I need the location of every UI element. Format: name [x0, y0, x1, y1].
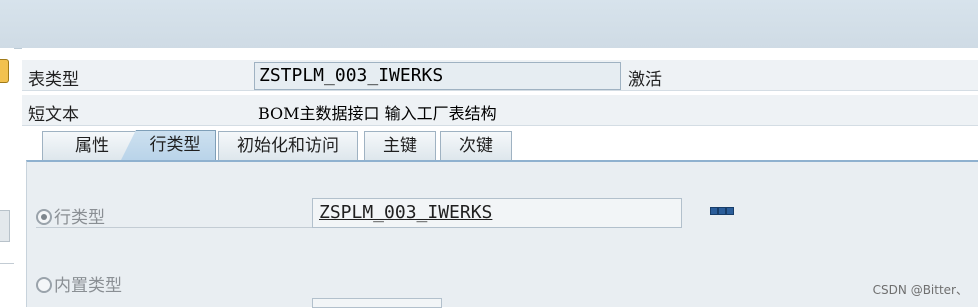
left-scroll-handle[interactable]	[0, 210, 10, 242]
watermark: CSDN @Bitter、	[872, 283, 968, 297]
builtin-type-option[interactable]: 内置类型	[36, 271, 122, 296]
data-type-field[interactable]	[312, 298, 442, 308]
status-text: 激活	[628, 70, 662, 90]
selection-marker-icon[interactable]	[0, 59, 9, 83]
tab-row-type[interactable]: 行类型	[120, 130, 216, 162]
tab-panel	[26, 160, 978, 307]
tab-secondary-key[interactable]: 次键	[440, 131, 512, 161]
row-type-option[interactable]: 行类型	[36, 203, 105, 228]
row-type-field[interactable]: ZSPLM_003_IWERKS	[312, 198, 682, 228]
builtin-type-option-label: 内置类型	[54, 276, 122, 296]
short-text-row: 短文本	[22, 95, 978, 126]
tab-label: 初始化和访问	[237, 136, 339, 156]
tab-label: 次键	[459, 136, 493, 156]
tab-label: 属性	[75, 136, 109, 156]
tab-primary-key[interactable]: 主键	[364, 131, 436, 161]
short-text-field[interactable]: BOM主数据接口 输入工厂表结构	[258, 100, 497, 124]
table-type-field[interactable]: ZSTPLM_003_IWERKS	[254, 62, 621, 90]
tab-strip: 属性 行类型 初始化和访问 主键 次键	[22, 128, 978, 162]
table-type-label: 表类型	[28, 70, 79, 90]
left-divider	[0, 263, 14, 264]
tab-init-access[interactable]: 初始化和访问	[218, 131, 358, 161]
radio-unselected-icon[interactable]	[36, 277, 52, 293]
short-text-label: 短文本	[28, 105, 79, 125]
more-options-icon[interactable]	[710, 206, 734, 216]
row-type-value: ZSPLM_003_IWERKS	[319, 202, 493, 223]
row-type-option-label: 行类型	[54, 208, 105, 228]
left-strip	[0, 48, 14, 305]
application-toolbar	[0, 0, 978, 49]
tab-label: 行类型	[149, 135, 201, 155]
radio-selected-icon[interactable]	[36, 209, 52, 225]
tab-label: 主键	[383, 136, 417, 156]
